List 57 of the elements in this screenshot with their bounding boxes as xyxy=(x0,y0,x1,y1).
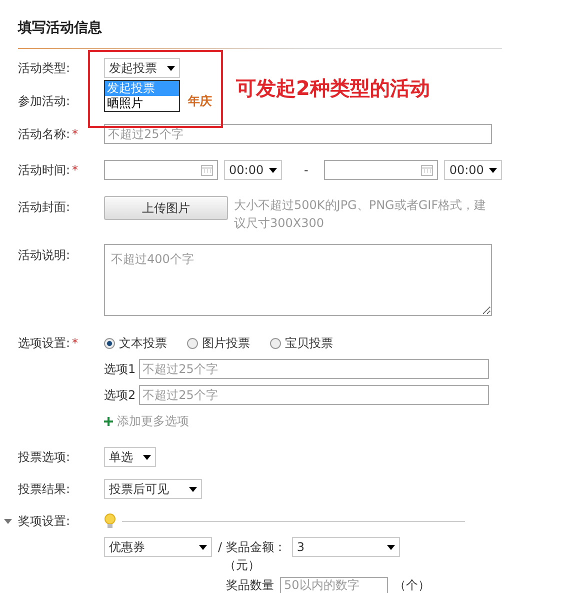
field-label: 投票结果: xyxy=(18,480,70,498)
amount-label: / 奖品金额： xyxy=(218,538,286,556)
dropdown[interactable]: 优惠券 xyxy=(104,537,212,557)
unit-label: （个） xyxy=(394,576,430,593)
upload-button[interactable]: 上传图片 xyxy=(104,196,228,220)
date-field[interactable] xyxy=(324,160,438,180)
field-label: 活动名称: xyxy=(18,126,70,142)
section-title: 填写活动信息 xyxy=(18,19,103,38)
hint-text: 大小不超过500K的JPG、PNG或者GIF格式，建议尺寸300X300 xyxy=(234,197,488,232)
field-label: 活动说明: xyxy=(18,246,70,264)
count-label: 奖品数量 xyxy=(226,576,274,593)
required-mark: * xyxy=(72,127,78,141)
caret-icon[interactable] xyxy=(4,518,12,524)
field-label: 选项设置: xyxy=(18,334,70,352)
input-field[interactable]: 不超过25个字 xyxy=(138,385,489,405)
field-label: 活动封面: xyxy=(18,198,70,216)
input-field[interactable]: 不超过25个字 xyxy=(104,124,492,144)
lightbulb-icon xyxy=(104,513,116,529)
required-mark: * xyxy=(72,336,78,350)
calendar-icon xyxy=(201,164,213,176)
dropdown[interactable]: 3 xyxy=(292,537,400,557)
separator: - xyxy=(304,163,308,177)
annotation-text: 可发起2种类型的活动 xyxy=(236,75,430,102)
unit-label: （元） xyxy=(224,556,260,574)
option-label: 选项2 xyxy=(104,386,136,404)
required-mark: * xyxy=(72,163,78,177)
field-label: 奖项设置: xyxy=(18,512,70,530)
caret-icon xyxy=(386,544,395,550)
calendar-icon xyxy=(421,164,434,176)
option-label: 选项1 xyxy=(104,360,136,378)
radio-label: 宝贝投票 xyxy=(285,334,333,352)
radio-button[interactable] xyxy=(104,338,115,348)
input-field[interactable]: 不超过25个字 xyxy=(138,359,489,379)
time-dropdown[interactable]: 00:00 xyxy=(444,160,502,180)
caret-icon xyxy=(189,486,197,492)
event-name: 年庆 xyxy=(188,92,212,110)
field-label: 活动时间: xyxy=(18,162,70,178)
radio-button[interactable] xyxy=(270,338,281,348)
dropdown[interactable]: 单选 xyxy=(104,447,156,467)
field-label: 参加活动: xyxy=(18,92,70,110)
caret-icon xyxy=(167,66,175,70)
field-label: 活动类型: xyxy=(18,60,70,76)
date-field[interactable] xyxy=(104,160,218,180)
caret-icon xyxy=(489,168,498,172)
dropdown[interactable]: 投票后可见 xyxy=(104,479,202,499)
caret-icon xyxy=(143,454,151,460)
input-field[interactable]: 50以内的数字 xyxy=(280,576,388,593)
caret-icon xyxy=(199,544,207,550)
field-label: 投票选项: xyxy=(18,448,70,466)
radio-button[interactable] xyxy=(187,338,198,348)
radio-label: 文本投票 xyxy=(119,334,167,352)
time-dropdown[interactable]: 00:00 xyxy=(224,160,282,180)
radio-label: 图片投票 xyxy=(202,334,250,352)
dropdown[interactable]: 发起投票 xyxy=(104,58,180,78)
plus-icon xyxy=(104,416,113,426)
textarea-field[interactable]: 不超过400个字 xyxy=(104,244,492,316)
caret-icon xyxy=(269,168,277,172)
